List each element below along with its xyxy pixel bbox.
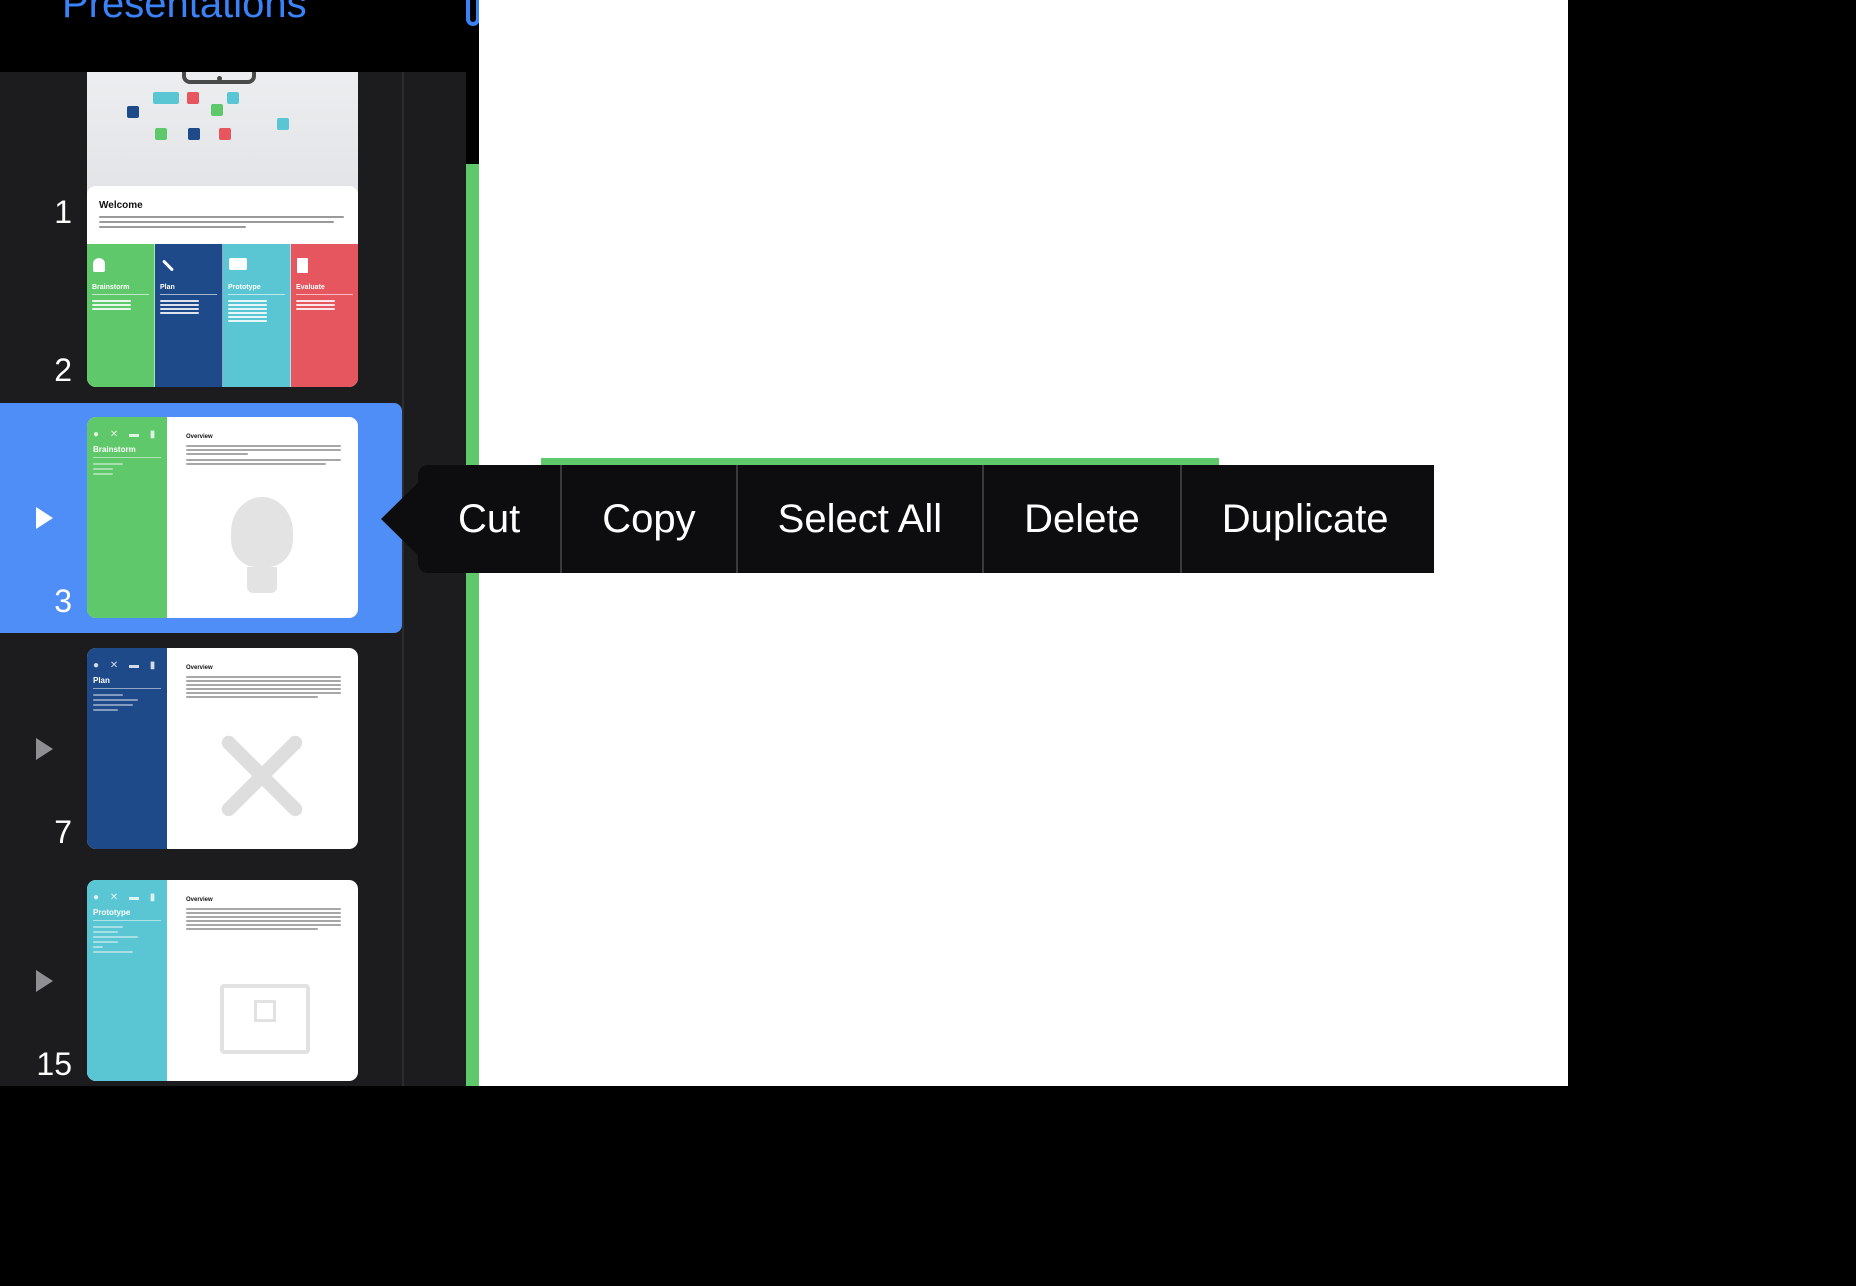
column-title: Plan	[160, 284, 175, 291]
app-square-icon	[211, 104, 223, 116]
tools-icon	[161, 259, 175, 272]
copy-menu-item[interactable]: Copy	[562, 465, 738, 573]
delete-menu-item[interactable]: Delete	[984, 465, 1182, 573]
slide-navigator[interactable]: 1 Welcome Brainstorm Plan Prototype Eval…	[0, 72, 402, 1086]
slide-row-7[interactable]: ● ✕ ▬ ▮ Plan Overview 7	[0, 634, 402, 864]
overview-title: Overview	[186, 897, 213, 903]
thumb-header: Welcome	[87, 186, 358, 244]
slide-row-15[interactable]: ● ✕ ▬ ▮ Prototype Overview 15	[0, 866, 402, 1086]
blueprint-icon	[220, 960, 310, 1060]
column-title: Brainstorm	[92, 284, 130, 291]
thumb-title: Welcome	[99, 200, 143, 211]
thumb-sidebar: ● ✕ ▬ ▮ Prototype	[87, 880, 167, 1081]
side-title: Prototype	[93, 908, 131, 917]
column-prototype: Prototype	[223, 244, 291, 387]
app-square-icon	[127, 106, 139, 118]
side-title: Brainstorm	[93, 445, 136, 454]
thumb-body-text	[99, 216, 344, 231]
column-title: Prototype	[228, 284, 261, 291]
slide-number: 15	[36, 1046, 72, 1082]
app-square-icon	[227, 92, 239, 104]
cut-menu-item[interactable]: Cut	[418, 465, 563, 573]
disclosure-triangle-icon[interactable]	[36, 507, 53, 529]
tools-icon	[218, 728, 306, 828]
duplicate-menu-item[interactable]: Duplicate	[1182, 465, 1434, 573]
side-title: Plan	[93, 676, 110, 685]
column-brainstorm: Brainstorm	[87, 244, 155, 387]
thumb-columns: Brainstorm Plan Prototype Evaluate	[87, 244, 358, 387]
thumb-sidebar: ● ✕ ▬ ▮ Plan	[87, 648, 167, 849]
column-evaluate: Evaluate	[291, 244, 358, 387]
section-icons: ● ✕ ▬ ▮	[93, 892, 160, 903]
slide-row-2[interactable]: Welcome Brainstorm Plan Prototype Evalua…	[0, 178, 402, 398]
app-square-icon	[153, 92, 179, 104]
app-square-icon	[188, 128, 200, 140]
app-square-icon	[219, 128, 231, 140]
navigator-gutter	[404, 72, 466, 1086]
blueprint-icon	[229, 258, 247, 270]
slide-edge	[466, 164, 479, 1086]
disclosure-triangle-icon[interactable]	[36, 738, 53, 760]
overview-title: Overview	[186, 434, 213, 440]
slide-number: 7	[54, 814, 72, 850]
document-icon	[297, 258, 308, 273]
section-icons: ● ✕ ▬ ▮	[93, 660, 160, 671]
presentations-back-link[interactable]: Presentations	[62, 0, 307, 27]
slide-number: 2	[54, 352, 72, 388]
toolbar-icon[interactable]	[466, 0, 479, 26]
top-bar: Presentations	[0, 0, 479, 72]
context-menu: Cut Copy Select All Delete Duplicate	[418, 465, 1434, 573]
overview-text	[186, 676, 341, 700]
slide-thumbnail-3[interactable]: ● ✕ ▬ ▮ Brainstorm Overview	[87, 417, 358, 618]
slide-row-3[interactable]: ● ✕ ▬ ▮ Brainstorm Overview 3	[0, 403, 402, 633]
home-button-icon	[217, 76, 222, 81]
disclosure-triangle-icon[interactable]	[36, 970, 53, 992]
section-icons: ● ✕ ▬ ▮	[93, 429, 160, 440]
overview-title: Overview	[186, 665, 213, 671]
app-square-icon	[155, 128, 167, 140]
app-square-icon	[277, 118, 289, 130]
app-square-icon	[187, 92, 199, 104]
slide-thumbnail-2[interactable]: Welcome Brainstorm Plan Prototype Evalua…	[87, 186, 358, 387]
thumb-sidebar: ● ✕ ▬ ▮ Brainstorm	[87, 417, 167, 618]
slide-thumbnail-7[interactable]: ● ✕ ▬ ▮ Plan Overview	[87, 648, 358, 849]
overview-text	[186, 445, 341, 467]
slide-thumbnail-15[interactable]: ● ✕ ▬ ▮ Prototype Overview	[87, 880, 358, 1081]
overview-text	[186, 908, 341, 932]
column-plan: Plan	[155, 244, 223, 387]
slide-number: 3	[54, 583, 72, 619]
lightbulb-icon	[93, 258, 105, 272]
column-title: Evaluate	[296, 284, 325, 291]
select-all-menu-item[interactable]: Select All	[738, 465, 985, 573]
lightbulb-icon	[225, 497, 300, 597]
